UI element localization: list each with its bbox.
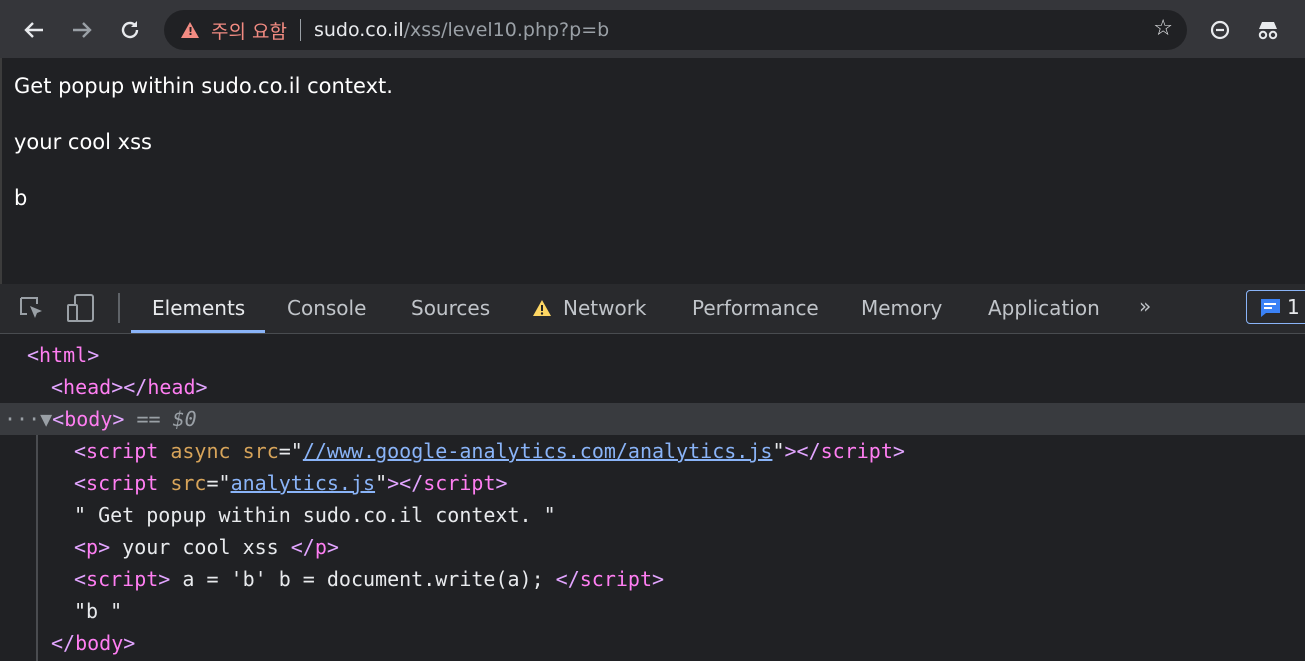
tab-network[interactable]: Network: [563, 296, 647, 320]
browser-toolbar: 주의 요함 sudo.co.il/xss/level10.php?p=b ☆: [0, 0, 1305, 58]
script-text: a = 'b' b = document.write(a);: [170, 567, 556, 591]
warning-triangle-icon: [181, 22, 199, 38]
p-text: your cool xss: [110, 535, 291, 559]
tab-sources[interactable]: Sources: [411, 296, 490, 320]
minus-circle-icon[interactable]: [1204, 14, 1236, 46]
url-host: sudo.co.il: [313, 19, 404, 41]
tag-name: html: [39, 343, 88, 367]
issues-button[interactable]: 1: [1246, 290, 1305, 324]
url-path: /xss/level10.php?p=b: [403, 19, 610, 41]
security-warning-label[interactable]: 주의 요함: [211, 17, 287, 44]
elements-tree: <html> <head></head> ···▼<body> == $0 <s…: [0, 334, 1305, 661]
page-text-line: Get popup within sudo.co.il context.: [14, 74, 393, 98]
tag-name: body: [75, 631, 124, 655]
selected-marker: == $0: [136, 407, 197, 431]
dom-node-script-inline[interactable]: <script> a = 'b' b = document.write(a); …: [0, 563, 1305, 595]
reload-icon[interactable]: [114, 14, 146, 46]
incognito-icon[interactable]: [1252, 14, 1284, 46]
tag-name: body: [64, 407, 113, 431]
bookmark-star-icon[interactable]: ☆: [1153, 16, 1173, 41]
tag-name: head: [63, 375, 112, 399]
devtools-tabbar: Elements Console Sources Network Perform…: [0, 284, 1305, 334]
dom-text-node[interactable]: "b ": [0, 595, 1305, 627]
expand-triangle-icon[interactable]: ▼: [40, 407, 52, 431]
dom-node-p[interactable]: <p> your cool xss </p>: [0, 531, 1305, 563]
device-toggle-icon[interactable]: [66, 293, 96, 327]
dom-node-head[interactable]: <head></head>: [0, 371, 1305, 403]
script-src-link[interactable]: analytics.js: [231, 471, 376, 495]
forward-arrow-icon[interactable]: [66, 14, 98, 46]
address-bar[interactable]: 주의 요함 sudo.co.il/xss/level10.php?p=b ☆: [164, 10, 1187, 50]
address-separator: [299, 19, 301, 41]
page-paragraph: your cool xss: [14, 130, 152, 154]
network-warning-icon: [532, 299, 552, 321]
page-written-text: b: [14, 186, 28, 210]
more-options-icon[interactable]: ···: [4, 407, 40, 431]
tab-performance[interactable]: Performance: [692, 296, 819, 320]
message-icon: [1259, 298, 1281, 322]
active-tab-indicator: [131, 330, 265, 333]
tab-console[interactable]: Console: [287, 296, 366, 320]
back-arrow-icon[interactable]: [18, 14, 50, 46]
tag-name: head: [147, 375, 196, 399]
tab-elements[interactable]: Elements: [152, 296, 245, 320]
inspect-element-icon[interactable]: [18, 295, 46, 327]
dom-text-node[interactable]: " Get popup within sudo.co.il context. ": [0, 499, 1305, 531]
dom-node-body[interactable]: ···▼<body> == $0: [0, 403, 1305, 435]
tab-memory[interactable]: Memory: [861, 296, 942, 320]
dom-node-body-close[interactable]: </body>: [0, 627, 1305, 659]
page-content: Get popup within sudo.co.il context. you…: [0, 58, 1305, 284]
tab-application[interactable]: Application: [988, 296, 1100, 320]
more-tabs-chevron-icon[interactable]: »: [1139, 294, 1151, 318]
toolbar-divider: [118, 293, 120, 323]
dom-node-script-ga[interactable]: <script async src="//www.google-analytic…: [0, 435, 1305, 467]
issues-count: 1: [1287, 295, 1300, 319]
dom-node-html[interactable]: <html>: [0, 339, 1305, 371]
dom-node-script-analytics[interactable]: <script src="analytics.js"></script>: [0, 467, 1305, 499]
script-src-link[interactable]: //www.google-analytics.com/analytics.js: [303, 439, 773, 463]
attr-async: async: [170, 439, 231, 463]
